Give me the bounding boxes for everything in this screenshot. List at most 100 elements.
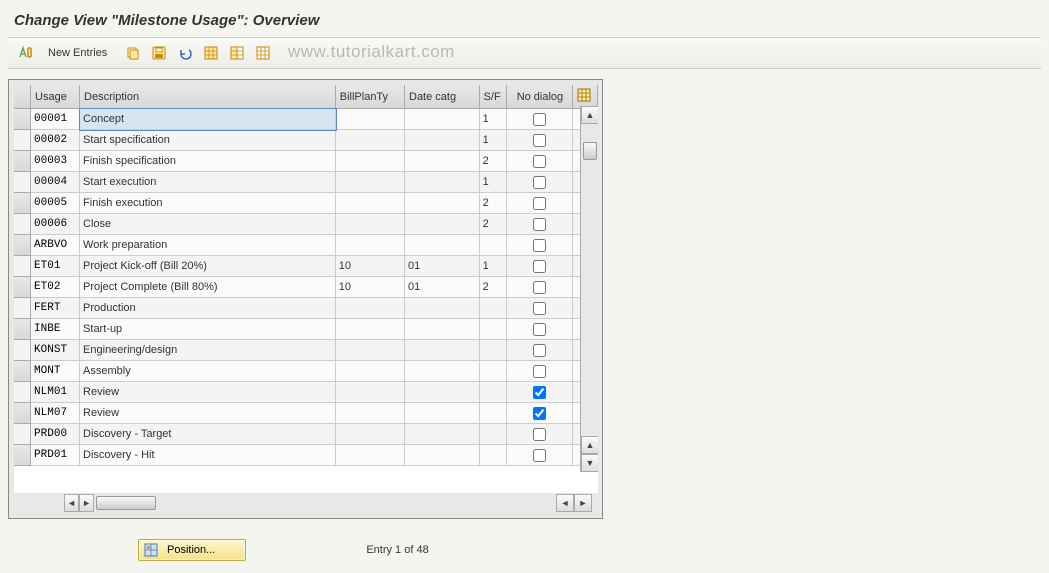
cell-billplanty[interactable] [336, 193, 405, 214]
cell-datecatg[interactable] [405, 193, 480, 214]
row-selector[interactable] [14, 382, 31, 403]
cell-usage[interactable]: ARBVO [31, 235, 80, 256]
cell-nodialog[interactable] [507, 361, 573, 382]
nodialog-checkbox[interactable] [533, 344, 546, 357]
cell-nodialog[interactable] [507, 319, 573, 340]
horizontal-scrollbar[interactable]: ◄ ► ◄ ► [14, 494, 592, 512]
cell-usage[interactable]: 00004 [31, 172, 80, 193]
row-selector[interactable] [14, 235, 31, 256]
cell-description[interactable]: Start-up [80, 319, 336, 340]
toggle-icon[interactable] [16, 43, 36, 63]
cell-nodialog[interactable] [507, 109, 573, 130]
row-selector[interactable] [14, 319, 31, 340]
cell-billplanty[interactable] [336, 214, 405, 235]
cell-description[interactable]: Project Complete (Bill 80%) [80, 277, 336, 298]
cell-description[interactable]: Production [80, 298, 336, 319]
nodialog-checkbox[interactable] [533, 365, 546, 378]
cell-usage[interactable]: PRD00 [31, 424, 80, 445]
cell-usage[interactable]: MONT [31, 361, 80, 382]
cell-usage[interactable]: NLM01 [31, 382, 80, 403]
cell-billplanty[interactable] [336, 298, 405, 319]
nodialog-checkbox[interactable] [533, 113, 546, 126]
hscroll-right-icon[interactable]: ► [79, 494, 94, 512]
cell-nodialog[interactable] [507, 172, 573, 193]
cell-datecatg[interactable] [405, 361, 480, 382]
nodialog-checkbox[interactable] [533, 239, 546, 252]
cell-nodialog[interactable] [507, 340, 573, 361]
cell-sf[interactable] [480, 445, 508, 466]
cell-sf[interactable]: 1 [480, 130, 508, 151]
cell-description[interactable]: Engineering/design [80, 340, 336, 361]
cell-description[interactable]: Finish specification [80, 151, 336, 172]
cell-nodialog[interactable] [507, 277, 573, 298]
row-selector[interactable] [14, 193, 31, 214]
save-icon[interactable] [149, 43, 169, 63]
cell-sf[interactable]: 2 [480, 193, 508, 214]
col-billplanty[interactable]: BillPlanTy [336, 85, 405, 109]
row-selector[interactable] [14, 424, 31, 445]
cell-nodialog[interactable] [507, 382, 573, 403]
col-description[interactable]: Description [80, 85, 336, 109]
cell-usage[interactable]: ET01 [31, 256, 80, 277]
cell-description[interactable]: Discovery - Hit [80, 445, 336, 466]
select-all-icon[interactable] [201, 43, 221, 63]
cell-billplanty[interactable] [336, 151, 405, 172]
cell-sf[interactable]: 1 [480, 172, 508, 193]
scroll-thumb[interactable] [583, 142, 597, 160]
cell-billplanty[interactable] [336, 424, 405, 445]
cell-billplanty[interactable] [336, 130, 405, 151]
nodialog-checkbox[interactable] [533, 449, 546, 462]
cell-datecatg[interactable] [405, 403, 480, 424]
nodialog-checkbox[interactable] [533, 218, 546, 231]
nodialog-checkbox[interactable] [533, 134, 546, 147]
copy-icon[interactable] [123, 43, 143, 63]
row-selector[interactable] [14, 256, 31, 277]
col-nodialog[interactable]: No dialog [507, 85, 573, 109]
row-selector[interactable] [14, 361, 31, 382]
col-datecatg[interactable]: Date catg [405, 85, 480, 109]
row-selector-header[interactable] [14, 85, 31, 109]
cell-usage[interactable]: PRD01 [31, 445, 80, 466]
row-selector[interactable] [14, 403, 31, 424]
cell-description[interactable]: Close [80, 214, 336, 235]
cell-billplanty[interactable] [336, 361, 405, 382]
new-entries-button[interactable]: New Entries [42, 45, 113, 61]
col-usage[interactable]: Usage [31, 85, 80, 109]
row-selector[interactable] [14, 109, 31, 130]
cell-usage[interactable]: INBE [31, 319, 80, 340]
cell-sf[interactable]: 1 [480, 256, 508, 277]
cell-usage[interactable]: 00005 [31, 193, 80, 214]
scroll-up-icon[interactable]: ▲ [581, 106, 598, 124]
cell-nodialog[interactable] [507, 235, 573, 256]
row-selector[interactable] [14, 214, 31, 235]
scroll-down2-icon[interactable]: ▼ [581, 454, 598, 472]
cell-nodialog[interactable] [507, 214, 573, 235]
row-selector[interactable] [14, 151, 31, 172]
cell-datecatg[interactable] [405, 424, 480, 445]
nodialog-checkbox[interactable] [533, 386, 546, 399]
hscroll-right2-icon[interactable]: ► [574, 494, 592, 512]
cell-billplanty[interactable] [336, 109, 405, 130]
cell-billplanty[interactable]: 10 [336, 277, 405, 298]
cell-datecatg[interactable] [405, 151, 480, 172]
cell-usage[interactable]: 00003 [31, 151, 80, 172]
row-selector[interactable] [14, 172, 31, 193]
row-selector[interactable] [14, 298, 31, 319]
cell-description[interactable]: Start specification [80, 130, 336, 151]
cell-sf[interactable] [480, 235, 508, 256]
vertical-scrollbar[interactable]: ▲ ▲ ▼ [580, 106, 598, 472]
cell-sf[interactable] [480, 298, 508, 319]
cell-billplanty[interactable] [336, 319, 405, 340]
cell-datecatg[interactable]: 01 [405, 277, 480, 298]
cell-billplanty[interactable] [336, 382, 405, 403]
cell-sf[interactable]: 2 [480, 277, 508, 298]
cell-sf[interactable]: 1 [480, 109, 508, 130]
cell-sf[interactable]: 2 [480, 151, 508, 172]
nodialog-checkbox[interactable] [533, 302, 546, 315]
cell-description[interactable]: Concept [80, 109, 336, 130]
cell-billplanty[interactable] [336, 340, 405, 361]
cell-description[interactable]: Assembly [80, 361, 336, 382]
hscroll-left2-icon[interactable]: ◄ [556, 494, 574, 512]
cell-nodialog[interactable] [507, 445, 573, 466]
cell-usage[interactable]: FERT [31, 298, 80, 319]
